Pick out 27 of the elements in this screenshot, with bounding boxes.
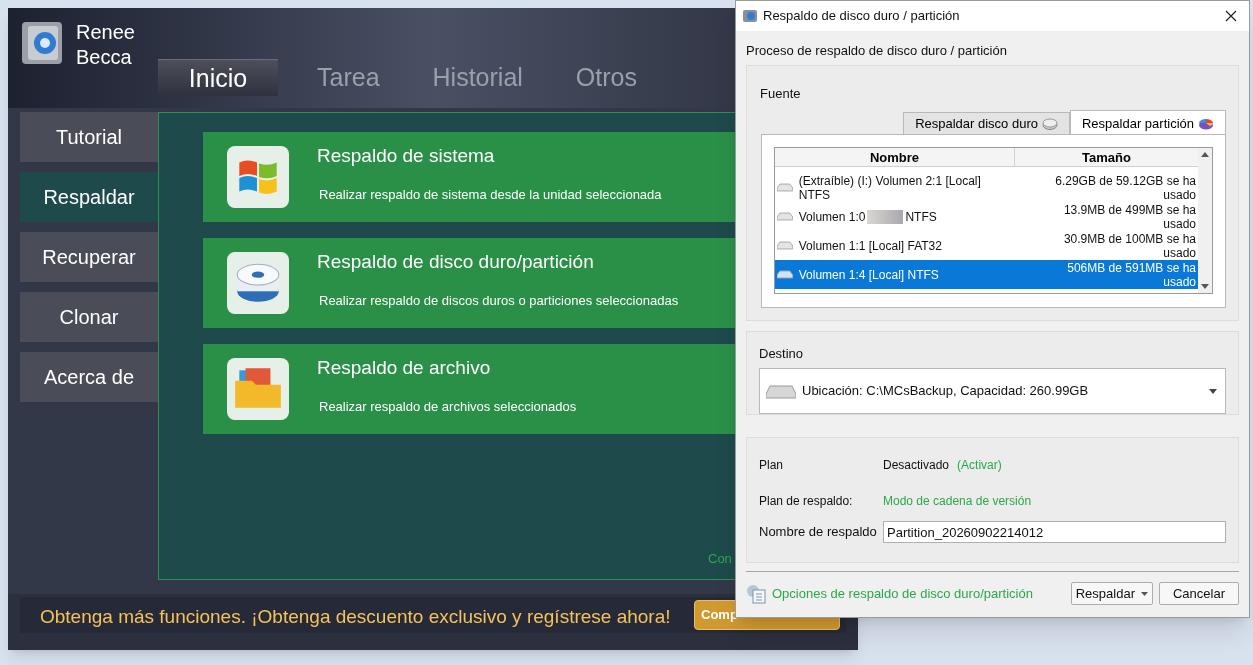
table-cell-text: 13.9MB de 499MB se ha usado <box>1062 202 1196 231</box>
card-description: Realizar respaldo de sistema desde la unidad seleccionada <box>319 185 662 204</box>
logo-text: Becca <box>76 45 133 70</box>
table-cell-text: (Extraíble) (I:) Volumen 2:1 [Local] NTFS <box>798 173 982 202</box>
promo-text: Obtenga más funciones. ¡Obtenga descuento exclusivo y regístrese ahora! <box>40 606 671 628</box>
plan-value: Desactivado <box>883 457 950 474</box>
card-title: Respaldo de disco duro/partición <box>317 250 595 274</box>
logo-text: Renee <box>76 20 135 45</box>
table-cell: Volumen 1:4 [Local] NTFS <box>798 267 939 282</box>
table-cell: Volumen 1:0 <box>798 209 866 224</box>
table-cell-text: 30.9MB de 100MB se ha usado <box>1062 231 1196 260</box>
table-cell: Volumen 1:1 [Local] FAT32 <box>798 238 942 253</box>
backup-name-label: Nombre de respaldo <box>759 523 878 542</box>
table-cell-text: 506MB de 591MB se ha usado <box>1066 260 1196 289</box>
table-cell-text: 6.29GB de 59.12GB se ha usado <box>1054 173 1196 202</box>
dialog-heading: Proceso de respaldo de disco duro / partición <box>746 42 1008 59</box>
card-title: Respaldo de sistema <box>317 144 496 168</box>
destination-value: Ubicación: C:\MCsBackup, Capacidad: 260.99GB <box>802 382 1089 401</box>
plan-label: Plan de respaldo: <box>759 493 854 510</box>
table-cell: NTFS <box>905 209 937 224</box>
card-description: Realizar respaldo de archivos seleccionados <box>319 397 577 416</box>
plan-value: Modo de cadena de versión <box>883 493 1032 510</box>
card-description: Realizar respaldo de discos duros o particiones seleccionadas <box>319 291 679 310</box>
source-label: Fuente <box>760 85 801 103</box>
card-title: Respaldo de archivo <box>317 356 492 380</box>
window-title: Respaldo de disco duro / partición <box>763 7 960 26</box>
plan-label: Plan <box>759 457 785 474</box>
